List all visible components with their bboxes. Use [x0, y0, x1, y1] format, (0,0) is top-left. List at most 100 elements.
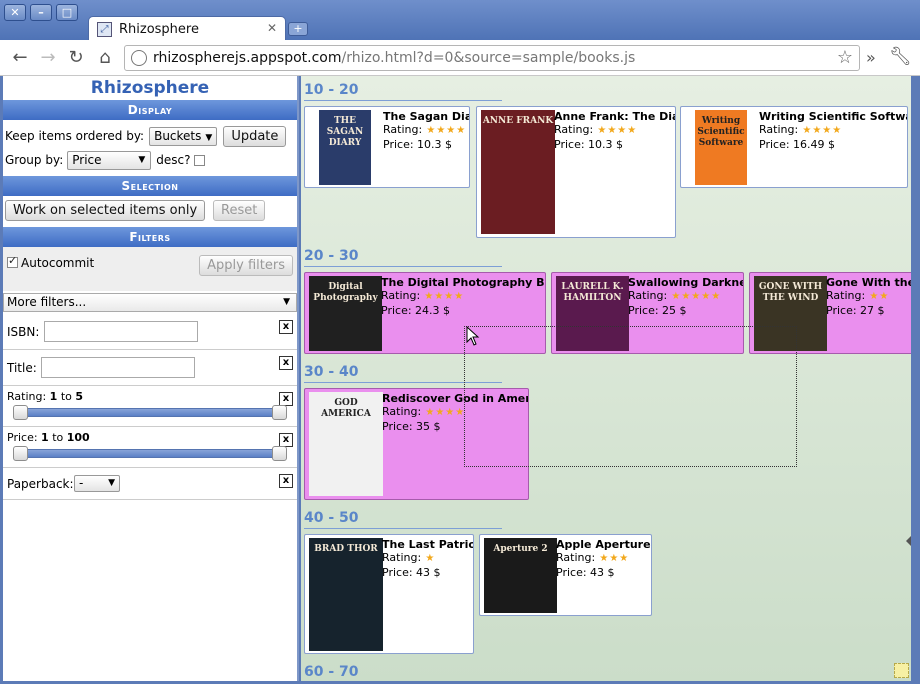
group-by-select[interactable]: Price ▼	[67, 150, 152, 170]
book-info: Gone With the WRating: ★★ Price: 27 $	[826, 276, 911, 318]
selection-section-header[interactable]: Selection	[3, 176, 297, 196]
bookmark-star-icon[interactable]: ☆	[837, 47, 853, 68]
reload-icon[interactable]: ↻	[66, 48, 86, 68]
book-price: Price: 16.49 $	[759, 138, 836, 151]
price-slider[interactable]	[13, 446, 287, 461]
remove-price-filter-icon[interactable]: x	[279, 433, 293, 447]
book-title: Apple Aperture 2	[556, 538, 652, 551]
bucket-label: 20 - 30	[304, 248, 359, 264]
bucket-label: 30 - 40	[304, 364, 359, 380]
books-visualization[interactable]: 10 - 20 20 - 30 30 - 40 40 - 50 60 - 70 …	[301, 76, 911, 681]
isbn-filter: ISBN: x	[3, 314, 297, 350]
order-select[interactable]: Buckets ▼	[149, 126, 218, 146]
new-tab-button[interactable]: +	[288, 22, 308, 36]
wrench-menu-icon[interactable]: 🔧︎	[889, 46, 912, 67]
book-cover-image: Writing Scientific Software	[695, 110, 747, 185]
book-title: The Last Patriot	[382, 538, 474, 551]
minimize-window-icon[interactable]: –	[30, 4, 52, 21]
remove-isbn-filter-icon[interactable]: x	[279, 320, 293, 334]
book-rating: Rating: ★★	[826, 289, 890, 302]
paperback-filter: Paperback: - ▼ x	[3, 468, 297, 500]
address-bar[interactable]: rhizospherejs.appspot.com/rhizo.html?d=0…	[124, 45, 860, 71]
forward-icon[interactable]: →	[38, 48, 58, 68]
resize-corner-icon[interactable]	[894, 663, 909, 678]
remove-title-filter-icon[interactable]: x	[279, 356, 293, 370]
url-text[interactable]: rhizospherejs.appspot.com/rhizo.html?d=0…	[153, 50, 635, 66]
rhizosphere-favicon-icon: ⤢	[97, 22, 112, 37]
chevron-down-icon: ▼	[283, 297, 290, 307]
browser-toolbar: ← → ↻ ⌂ rhizospherejs.appspot.com/rhizo.…	[0, 40, 920, 76]
book-card[interactable]: ANNE FRANKAnne Frank: The DiaryRating: ★…	[476, 106, 676, 238]
display-section-header[interactable]: Display	[3, 100, 297, 120]
title-label: Title:	[7, 361, 37, 375]
remove-rating-filter-icon[interactable]: x	[279, 392, 293, 406]
book-card[interactable]: THE SAGAN DIARY The Sagan DiaryRating: ★★…	[304, 106, 470, 188]
rating-stars-icon: ★★	[865, 291, 890, 302]
extensions-chevron-icon[interactable]: »	[866, 48, 876, 67]
browser-tab[interactable]: ⤢ Rhizosphere ✕	[88, 16, 286, 41]
window-right-border	[911, 76, 920, 684]
chevron-down-icon: ▼	[138, 154, 146, 165]
book-title: The Digital Photography Book	[381, 276, 545, 289]
rating-max-handle[interactable]	[272, 405, 287, 420]
title-input[interactable]	[41, 357, 195, 378]
book-cover-image: THE SAGAN DIARY	[319, 110, 371, 185]
mouse-cursor-icon	[466, 326, 480, 346]
book-card[interactable]: BRAD THOR The Last Patriot Rating: ★ Price:…	[304, 534, 474, 654]
home-icon[interactable]: ⌂	[95, 48, 115, 68]
rating-stars-icon: ★★★★	[422, 125, 467, 136]
book-title: Gone With the W	[826, 276, 911, 289]
apply-filters-button[interactable]: Apply filters	[199, 255, 293, 276]
book-title: Anne Frank: The Diary	[554, 110, 675, 123]
book-price: Price: 43 $	[556, 566, 615, 579]
book-card[interactable]: Writing Scientific Software Writing Scien…	[680, 106, 908, 188]
maximize-window-icon[interactable]: □	[56, 4, 78, 21]
book-info: Apple Aperture 2 Rating: ★★★ Price: 43 $	[556, 538, 652, 580]
book-title: Swallowing Darkness	[628, 276, 743, 289]
bucket-label: 40 - 50	[304, 510, 359, 526]
rating-min-handle[interactable]	[13, 405, 28, 420]
chevron-down-icon: ▼	[205, 132, 213, 143]
price-max-handle[interactable]	[272, 446, 287, 461]
remove-paperback-filter-icon[interactable]: x	[279, 474, 293, 488]
book-info: Writing Scientific SoftwareRating: ★★★★ P…	[759, 110, 907, 152]
rating-stars-icon: ★★★★★	[667, 291, 722, 302]
tab-close-icon[interactable]: ✕	[267, 21, 277, 35]
order-label: Keep items ordered by:	[5, 129, 145, 143]
book-rating: Rating: ★	[382, 551, 436, 564]
rating-slider[interactable]	[13, 405, 287, 420]
isbn-label: ISBN:	[7, 325, 40, 339]
rating-filter: Rating: 1 to 5 x	[3, 386, 297, 427]
autocommit-checkbox[interactable]	[7, 254, 18, 268]
book-rating: Rating: ★★★	[556, 551, 630, 564]
book-rating: Rating: ★★★★★	[628, 289, 722, 302]
group-label: Group by:	[5, 153, 64, 167]
paperback-select[interactable]: - ▼	[74, 475, 120, 492]
book-price: Price: 43 $	[382, 566, 441, 579]
bucket-label: 60 - 70	[304, 664, 359, 680]
rating-stars-icon: ★	[421, 553, 436, 564]
work-on-selected-button[interactable]: Work on selected items only	[5, 200, 206, 221]
more-filters-select[interactable]: More filters... ▼	[3, 293, 297, 312]
close-window-icon[interactable]: ✕	[4, 4, 26, 21]
desc-checkbox[interactable]	[194, 154, 206, 166]
selection-panel: Work on selected items only Reset	[3, 196, 297, 227]
book-cover-image: GOD AMERICA	[309, 392, 383, 496]
back-icon[interactable]: ←	[10, 48, 30, 68]
price-range-text: Price: 1 to 100	[7, 431, 90, 444]
book-price: Price: 24.3 $	[381, 304, 451, 317]
rating-stars-icon: ★★★	[595, 553, 630, 564]
price-min-handle[interactable]	[13, 446, 28, 461]
book-info: The Digital Photography BookRating: ★★★★…	[381, 276, 545, 318]
isbn-input[interactable]	[44, 321, 198, 342]
reset-button[interactable]: Reset	[213, 200, 266, 221]
update-button[interactable]: Update	[223, 125, 287, 147]
book-info: The Last Patriot Rating: ★ Price: 43 $	[382, 538, 474, 580]
filters-section-header[interactable]: Filters	[3, 227, 297, 247]
book-price: Price: 25 $	[628, 304, 687, 317]
book-info: The Sagan DiaryRating: ★★★★ Price: 10.3 $	[383, 110, 469, 152]
book-price: Price: 10.3 $	[554, 138, 624, 151]
book-rating: Rating: ★★★★	[381, 289, 465, 302]
rating-range-text: Rating: 1 to 5	[7, 390, 84, 403]
book-card[interactable]: Aperture 2 Apple Aperture 2 Rating: ★★★ Pri…	[479, 534, 652, 616]
